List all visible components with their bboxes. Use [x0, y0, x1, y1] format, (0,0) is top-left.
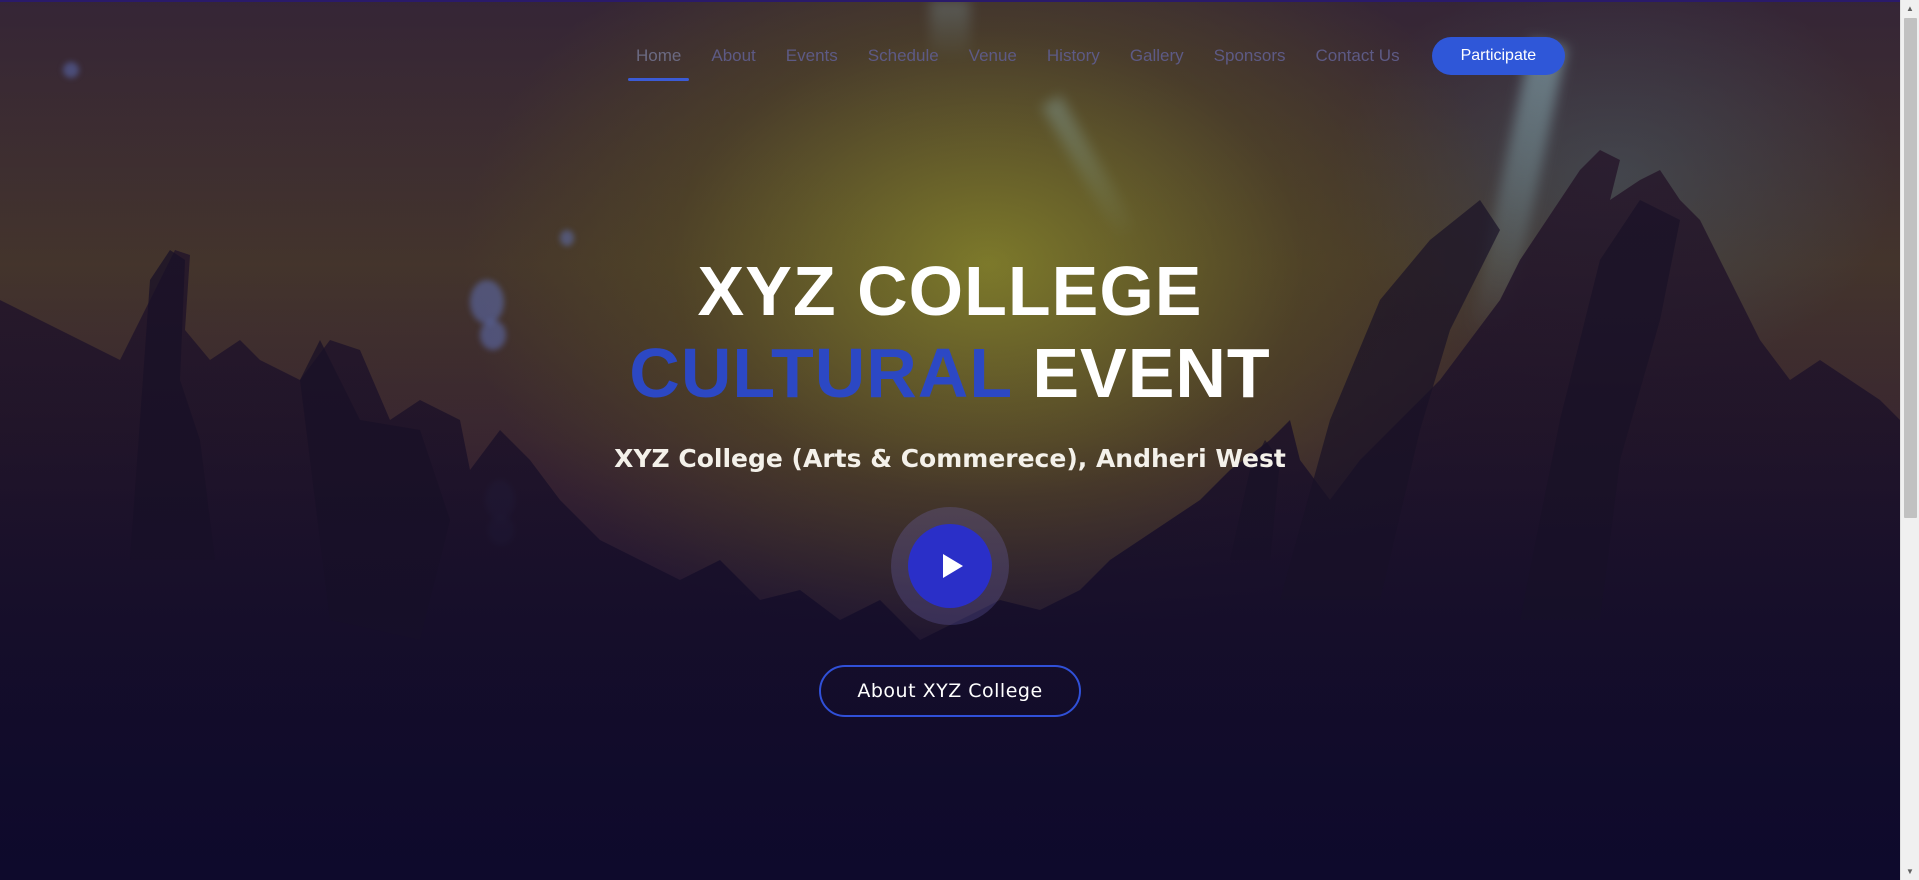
- nav-item-events[interactable]: Events: [786, 36, 838, 76]
- hero-subtitle: XYZ College (Arts & Commerece), Andheri …: [614, 444, 1286, 473]
- scroll-up-arrow-icon[interactable]: ▲: [1901, 0, 1919, 17]
- hero-title-line-1: XYZ COLLEGE: [697, 252, 1203, 330]
- hero-title: XYZ COLLEGE CULTURAL EVENT: [0, 250, 1900, 414]
- about-college-button[interactable]: About XYZ College: [819, 665, 1081, 717]
- participate-button[interactable]: Participate: [1431, 37, 1566, 75]
- nav-item-contact-us[interactable]: Contact Us: [1316, 36, 1400, 76]
- top-border: [0, 0, 1900, 2]
- scroll-down-arrow-icon[interactable]: ▼: [1901, 863, 1919, 880]
- play-video-button[interactable]: [908, 524, 992, 608]
- nav-item-schedule[interactable]: Schedule: [868, 36, 939, 76]
- nav-item-history[interactable]: History: [1047, 36, 1100, 76]
- nav-item-sponsors[interactable]: Sponsors: [1214, 36, 1286, 76]
- hero-title-rest: EVENT: [1032, 334, 1271, 412]
- hero-section: XYZ COLLEGE CULTURAL EVENT XYZ College (…: [0, 250, 1900, 717]
- nav-item-about[interactable]: About: [711, 36, 755, 76]
- nav-item-home[interactable]: Home: [627, 36, 690, 81]
- scrollbar-thumb[interactable]: [1904, 18, 1917, 518]
- page-viewport: Home About Events Schedule Venue History…: [0, 0, 1900, 880]
- main-navigation: Home About Events Schedule Venue History…: [627, 36, 1566, 81]
- play-icon: [942, 554, 963, 578]
- play-button-halo: [891, 507, 1009, 625]
- hero-title-line-2: CULTURAL EVENT: [0, 332, 1900, 414]
- hero-title-accent: CULTURAL: [629, 334, 1012, 412]
- nav-item-gallery[interactable]: Gallery: [1130, 36, 1184, 76]
- vertical-scrollbar[interactable]: ▲ ▼: [1900, 0, 1919, 880]
- nav-item-venue[interactable]: Venue: [969, 36, 1017, 76]
